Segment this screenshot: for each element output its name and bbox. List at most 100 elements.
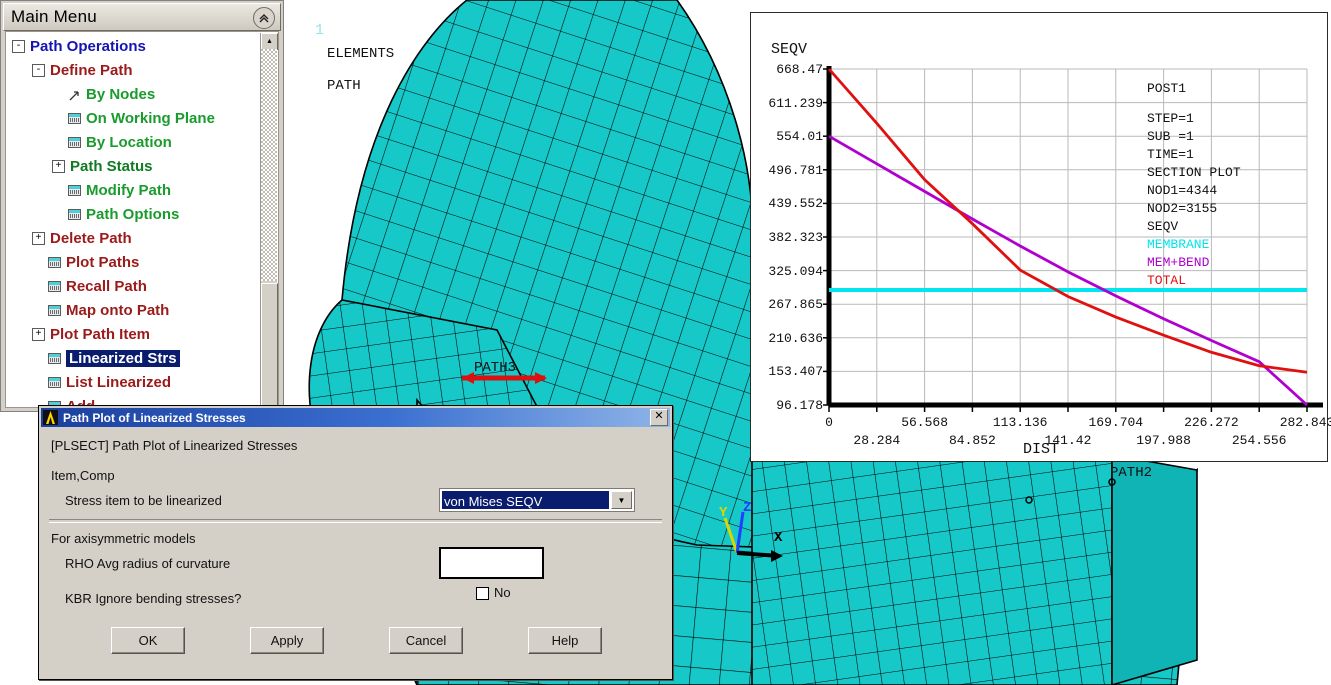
scrollbar-track[interactable] — [261, 49, 277, 281]
tree-item-modify-path[interactable]: Modify Path — [6, 178, 260, 202]
x-tick-label: 197.988 — [1136, 433, 1191, 448]
tree-item-list-linearized[interactable]: List Linearized — [6, 370, 260, 394]
dialog-grid-icon — [48, 280, 61, 292]
x-tick-label: 113.136 — [992, 415, 1048, 430]
x-tick-label: 226.272 — [1184, 415, 1239, 430]
ansys-logo-icon — [43, 410, 58, 425]
rho-label: RHO Avg radius of curvature — [65, 556, 231, 571]
tree-item-path-operations[interactable]: - Path Operations — [6, 34, 260, 58]
dialog-divider — [49, 519, 662, 523]
y-tick-label: 668.47 — [776, 62, 823, 77]
tree-item-label: Path Options — [86, 205, 180, 223]
main-menu-scrollbar[interactable]: ▲ — [260, 33, 278, 407]
legend-post: POST1 — [1147, 81, 1187, 96]
tree-item-map-onto-path[interactable]: Map onto Path — [6, 298, 260, 322]
legend-series-total: TOTAL — [1147, 273, 1187, 288]
y-tick-label: 96.178 — [776, 398, 823, 413]
plot-type-label: ELEMENTS — [327, 46, 395, 62]
tree-item-plot-paths[interactable]: Plot Paths — [6, 250, 260, 274]
tree-item-label: Plot Paths — [66, 253, 140, 271]
tree-expander-spacer — [32, 281, 43, 292]
tree-item-path-options[interactable]: Path Options — [6, 202, 260, 226]
path-operations-tree: - Path Operations - Define Path By Nodes On W… — [6, 34, 260, 407]
y-tick-label: 554.01 — [776, 129, 823, 145]
y-tick-label: 153.407 — [768, 364, 823, 380]
tree-item-linearized-strs[interactable]: Linearized Strs — [6, 346, 260, 370]
tree-item-label: Define Path — [50, 61, 133, 79]
tree-expander-plus-icon[interactable]: + — [32, 327, 45, 341]
help-button[interactable]: Help — [528, 627, 602, 654]
tree-expander-plus-icon[interactable]: + — [52, 159, 65, 173]
main-menu-panel: Main Menu - Path Operations - Define Path By… — [0, 0, 284, 412]
ok-button[interactable]: OK — [111, 627, 185, 654]
triad-y-label: Y — [719, 505, 728, 521]
legend-nod2: NOD2=3155 — [1147, 201, 1218, 216]
kbr-checkbox-label: No — [494, 585, 511, 600]
tree-expander-spacer — [52, 209, 63, 220]
stress-item-value: von Mises SEQV — [442, 491, 609, 509]
x-tick-label: 28.284 — [853, 433, 901, 448]
y-tick-label: 267.865 — [768, 297, 823, 313]
main-menu-titlebar: Main Menu — [3, 3, 281, 31]
y-tick-label: 210.636 — [768, 330, 823, 346]
scroll-up-arrow-icon[interactable]: ▲ — [261, 33, 278, 50]
y-tick-label: 325.094 — [768, 263, 823, 279]
rho-input-field[interactable] — [439, 547, 544, 579]
x-tick-label: 0 — [825, 415, 833, 430]
x-tick-label: 169.704 — [1088, 415, 1144, 430]
stress-item-dropdown[interactable]: von Mises SEQV ▼ — [439, 488, 635, 512]
tree-expander-spacer — [52, 89, 63, 100]
tree-expander-spacer — [52, 137, 63, 148]
tree-item-label: Path Status — [70, 157, 153, 175]
triad-z-label: Z — [743, 500, 752, 516]
main-menu-tree-container: - Path Operations - Define Path By Nodes On W… — [5, 31, 279, 408]
chart-plot-area — [823, 66, 1323, 412]
tree-item-label: On Working Plane — [86, 109, 215, 127]
tree-item-recall-path[interactable]: Recall Path — [6, 274, 260, 298]
tree-expander-minus-icon[interactable]: - — [32, 63, 45, 77]
dialog-grid-icon — [68, 184, 81, 196]
tree-expander-spacer — [52, 185, 63, 196]
tree-item-label: By Nodes — [86, 85, 156, 103]
chevron-down-icon[interactable]: ▼ — [611, 491, 632, 509]
y-tick-label: 611.239 — [768, 95, 823, 111]
y-tick-label: 496.781 — [768, 162, 823, 178]
tree-item-label: Modify Path — [86, 181, 171, 199]
tree-expander-spacer — [32, 257, 43, 268]
tree-expander-plus-icon[interactable]: + — [32, 231, 45, 245]
triad-x-label: X — [774, 530, 783, 546]
x-tick-label: 141.42 — [1044, 433, 1092, 448]
main-menu-title: Main Menu — [11, 7, 97, 26]
tree-item-label: By Location — [86, 133, 172, 151]
legend-step: STEP=1 — [1147, 111, 1194, 126]
tree-item-path-status[interactable]: + Path Status — [6, 154, 260, 178]
scrollbar-thumb[interactable] — [261, 283, 278, 407]
tree-item-by-nodes[interactable]: By Nodes — [6, 82, 260, 106]
axisymmetric-header: For axisymmetric models — [51, 531, 196, 546]
tree-item-on-working-plane[interactable]: On Working Plane — [6, 106, 260, 130]
legend-item: SEQV — [1147, 219, 1179, 234]
dialog-grid-icon — [68, 136, 81, 148]
double-chevron-up-icon[interactable] — [253, 7, 275, 29]
tree-item-by-location[interactable]: By Location — [6, 130, 260, 154]
plot-item-label: PATH — [327, 78, 361, 94]
cancel-button[interactable]: Cancel — [389, 627, 463, 654]
dialog-command-line: [PLSECT] Path Plot of Linearized Stresse… — [51, 438, 298, 453]
x-tick-label: 84.852 — [948, 433, 996, 448]
legend-series-membrane: MEMBRANE — [1147, 237, 1210, 252]
kbr-checkbox[interactable] — [476, 587, 489, 600]
dialog-titlebar[interactable]: Path Plot of Linearized Stresses ✕ — [41, 408, 670, 427]
close-icon[interactable]: ✕ — [650, 409, 668, 426]
apply-button[interactable]: Apply — [250, 627, 324, 654]
legend-time: TIME=1 — [1147, 147, 1194, 162]
pick-arrow-icon — [68, 89, 81, 100]
window-number: 1 — [315, 22, 325, 39]
tree-item-delete-path[interactable]: + Delete Path — [6, 226, 260, 250]
path-plot-linearized-stresses-dialog: Path Plot of Linearized Stresses ✕ [PLSE… — [38, 405, 673, 680]
tree-item-plot-path-item[interactable]: + Plot Path Item — [6, 322, 260, 346]
tree-item-define-path[interactable]: - Define Path — [6, 58, 260, 82]
tree-item-label: Path Operations — [30, 37, 146, 55]
path2-label: PATH2 — [1110, 465, 1153, 481]
tree-expander-minus-icon[interactable]: - — [12, 39, 25, 53]
tree-item-label: List Linearized — [66, 373, 172, 391]
